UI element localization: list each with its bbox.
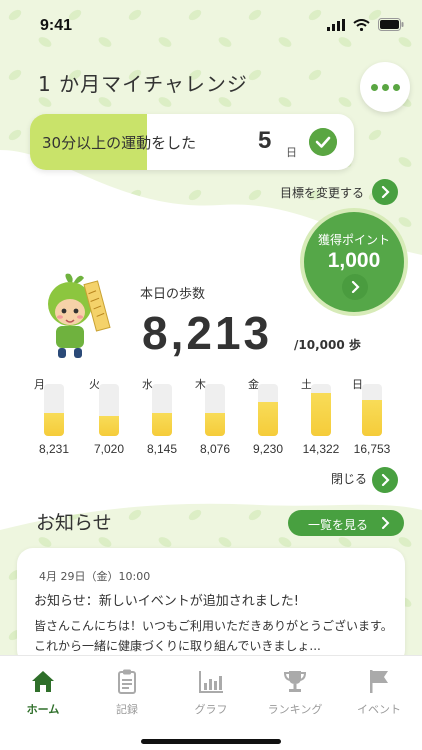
points-value: 1,000 — [327, 249, 381, 272]
tab-label: イベント — [357, 703, 401, 716]
mascot-illustration — [48, 273, 111, 358]
news-item[interactable]: 4月 29日（金）10:00 お知らせ：新しいイベントが追加されました! 皆さん… — [17, 548, 405, 666]
steps-goal: /10,000 歩 — [294, 338, 361, 352]
steps-bar-fill — [152, 413, 172, 436]
challenge-title: 1 か月マイチャレンジ — [38, 72, 248, 96]
dot-icon — [392, 83, 400, 91]
chevron-right-icon — [351, 281, 360, 293]
trophy-icon — [283, 671, 307, 692]
steps-bar — [44, 384, 64, 436]
tab-label: 記録 — [116, 703, 138, 716]
steps-label: 本日の歩数 — [140, 287, 206, 302]
view-all-label: 一覧を見る — [308, 518, 369, 532]
goal-text: 30分以上の運動をした — [42, 134, 197, 152]
close-button[interactable] — [372, 467, 398, 493]
tab-home[interactable]: ホーム — [1, 668, 85, 718]
steps-bar-fill — [205, 413, 225, 436]
tab-label: グラフ — [194, 703, 228, 716]
weekly-steps-chart: 月 8,231 火 7,020 水 8,145 木 8,076 金 9,230 土 14,322 日 16… — [0, 370, 422, 460]
steps-bar-value: 8,076 — [199, 442, 231, 456]
tab-label: ホーム — [26, 703, 60, 716]
goal-days-unit: 日 — [286, 146, 297, 159]
steps-bar — [205, 384, 225, 436]
tab-graph[interactable]: グラフ — [169, 668, 253, 718]
steps-bar — [362, 384, 382, 436]
status-icons — [327, 18, 404, 31]
chevron-right-icon — [381, 474, 390, 486]
news-body: 皆さんこんにちは！いつもご利用いただきありがとうございます。これから一緒に健康づ… — [34, 619, 393, 653]
news-date: 4月 29日（金）10:00 — [39, 570, 151, 583]
battery-icon — [378, 18, 404, 31]
more-options-button[interactable] — [360, 62, 410, 112]
tab-ranking[interactable]: ランキング — [253, 668, 337, 718]
steps-bar-value: 8,145 — [146, 442, 178, 456]
check-icon — [309, 128, 337, 156]
steps-bar-fill — [258, 402, 278, 436]
news-section-title: お知らせ — [36, 512, 112, 534]
home-icon — [32, 671, 54, 692]
steps-bar-value: 8,231 — [38, 442, 70, 456]
steps-bar-value: 16,753 — [353, 442, 391, 456]
home-indicator — [141, 739, 281, 744]
steps-bar — [258, 384, 278, 436]
tab-records[interactable]: 記録 — [85, 668, 169, 718]
chevron-right-icon — [381, 186, 390, 198]
goal-card[interactable]: 30分以上の運動をした 5 日 — [30, 114, 354, 170]
signal-icon — [327, 18, 345, 31]
steps-bar-fill — [99, 416, 119, 436]
change-goal-link[interactable]: 目標を変更する — [280, 184, 364, 201]
points-detail-button[interactable] — [342, 274, 368, 300]
steps-bar-value: 7,020 — [93, 442, 125, 456]
steps-bar — [311, 384, 331, 436]
change-goal-button[interactable] — [372, 179, 398, 205]
tab-bar: ホーム 記録 グラフ ランキング イベント — [0, 655, 422, 750]
steps-bar — [99, 384, 119, 436]
steps-bar-fill — [362, 400, 382, 436]
steps-bar-value: 9,230 — [252, 442, 284, 456]
clipboard-icon — [118, 669, 136, 694]
steps-bar-fill — [311, 393, 331, 436]
steps-bar-fill — [44, 413, 64, 436]
status-time: 9:41 — [40, 17, 73, 34]
tab-events[interactable]: イベント — [337, 668, 421, 718]
news-headline: お知らせ：新しいイベントが追加されました! — [34, 594, 299, 609]
home-screen: 9:41 1 か月マイチャレンジ 30分以上の運動をした 5 日 目標を変更する… — [0, 0, 422, 750]
status-bar: 9:41 — [0, 0, 422, 52]
steps-bar — [152, 384, 172, 436]
steps-value: 8,213 — [142, 307, 273, 359]
points-label: 獲得ポイント — [317, 233, 390, 247]
view-all-news-button[interactable]: 一覧を見る — [288, 510, 404, 536]
dot-icon — [381, 83, 389, 91]
flag-icon — [370, 670, 388, 693]
dot-icon — [370, 83, 378, 91]
goal-days-count: 5 — [258, 127, 272, 154]
close-link[interactable]: 閉じる — [331, 470, 367, 487]
chevron-right-icon — [382, 517, 390, 529]
tab-label: ランキング — [267, 703, 323, 716]
wifi-icon — [353, 18, 370, 31]
graph-icon — [199, 671, 223, 693]
